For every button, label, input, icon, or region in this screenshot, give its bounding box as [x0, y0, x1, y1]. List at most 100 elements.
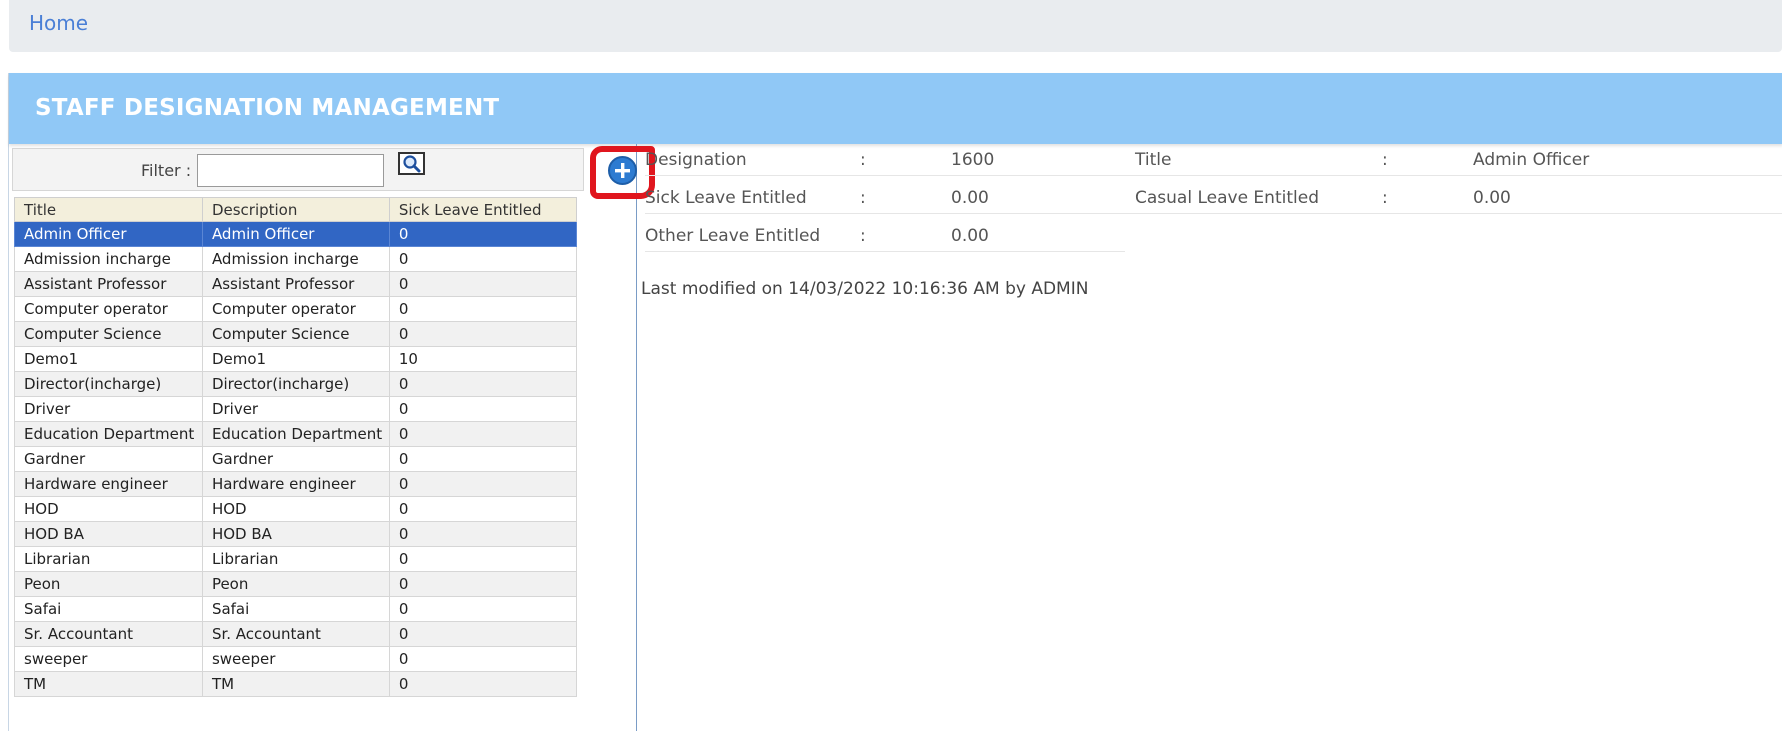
- casual-leave-label: Casual Leave Entitled: [1135, 188, 1319, 208]
- cell-title: Demo1: [14, 346, 203, 372]
- filter-bar: Filter :: [12, 148, 584, 191]
- table-row[interactable]: Safai Safai 0: [14, 596, 578, 622]
- table-row[interactable]: Demo1 Demo1 10: [14, 346, 578, 372]
- cell-description: Sr. Accountant: [201, 621, 390, 647]
- cell-description: TM: [201, 671, 390, 697]
- sick-leave-value: 0.00: [951, 188, 989, 208]
- cell-title: Sr. Accountant: [14, 621, 203, 647]
- other-leave-label: Other Leave Entitled: [645, 226, 821, 246]
- cell-description: Assistant Professor: [201, 271, 390, 297]
- table-row[interactable]: Computer Science Computer Science 0: [14, 321, 578, 347]
- title-label: Title: [1135, 150, 1172, 170]
- filter-input[interactable]: [197, 154, 384, 187]
- cell-description: Computer Science: [201, 321, 390, 347]
- add-designation-button[interactable]: [608, 156, 637, 185]
- colon: :: [1382, 188, 1388, 208]
- table-row[interactable]: Director(incharge) Director(incharge) 0: [14, 371, 578, 397]
- table-row[interactable]: Peon Peon 0: [14, 571, 578, 597]
- cell-description: Librarian: [201, 546, 390, 572]
- designation-label: Designation: [645, 150, 747, 170]
- cell-title: HOD BA: [14, 521, 203, 547]
- detail-row-3: Other Leave Entitled : 0.00: [645, 218, 1125, 252]
- designation-value: 1600: [951, 150, 995, 170]
- cell-description: Computer operator: [201, 296, 390, 322]
- table-row[interactable]: TM TM 0: [14, 671, 578, 697]
- sick-leave-label: Sick Leave Entitled: [645, 188, 807, 208]
- last-modified-text: Last modified on 14/03/2022 10:16:36 AM …: [641, 279, 1089, 299]
- column-header-title[interactable]: Title: [14, 197, 203, 222]
- cell-title: Education Department: [14, 421, 203, 447]
- cell-sick-leave: 10: [388, 346, 578, 372]
- detail-row-2: Sick Leave Entitled : 0.00 Casual Leave …: [645, 180, 1782, 214]
- colon: :: [1382, 150, 1388, 170]
- table-row[interactable]: Assistant Professor Assistant Professor 0: [14, 271, 578, 297]
- column-header-sick-leave[interactable]: Sick Leave Entitled: [388, 197, 578, 222]
- casual-leave-value: 0.00: [1473, 188, 1511, 208]
- search-button[interactable]: [398, 152, 425, 175]
- cell-title: HOD: [14, 496, 203, 522]
- table-row[interactable]: Driver Driver 0: [14, 396, 578, 422]
- cell-description: sweeper: [201, 646, 390, 672]
- cell-sick-leave: 0: [388, 546, 578, 572]
- column-header-description[interactable]: Description: [201, 197, 390, 222]
- filter-label: Filter :: [141, 161, 192, 180]
- cell-description: Education Department: [201, 421, 390, 447]
- table-row[interactable]: Education Department Education Department…: [14, 421, 578, 447]
- breadcrumb-home-link[interactable]: Home: [29, 11, 88, 35]
- cell-sick-leave: 0: [388, 246, 578, 272]
- cell-title: sweeper: [14, 646, 203, 672]
- table-row[interactable]: Gardner Gardner 0: [14, 446, 578, 472]
- panel-header: STAFF DESIGNATION MANAGEMENT: [9, 73, 1782, 144]
- cell-description: Hardware engineer: [201, 471, 390, 497]
- cell-sick-leave: 0: [388, 446, 578, 472]
- cell-description: Admission incharge: [201, 246, 390, 272]
- table-row[interactable]: Admission incharge Admission incharge 0: [14, 246, 578, 272]
- cell-title: Admin Officer: [14, 221, 203, 247]
- cell-title: Computer operator: [14, 296, 203, 322]
- colon: :: [860, 150, 866, 170]
- other-leave-value: 0.00: [951, 226, 989, 246]
- cell-sick-leave: 0: [388, 646, 578, 672]
- cell-sick-leave: 0: [388, 296, 578, 322]
- cell-description: Driver: [201, 396, 390, 422]
- plus-circle-icon: [615, 163, 630, 178]
- title-value: Admin Officer: [1473, 150, 1590, 170]
- colon: :: [860, 226, 866, 246]
- table-row[interactable]: HOD BA HOD BA 0: [14, 521, 578, 547]
- cell-title: Peon: [14, 571, 203, 597]
- cell-description: Gardner: [201, 446, 390, 472]
- cell-title: Admission incharge: [14, 246, 203, 272]
- cell-sick-leave: 0: [388, 421, 578, 447]
- cell-sick-leave: 0: [388, 471, 578, 497]
- table-row[interactable]: Admin Officer Admin Officer 0: [14, 221, 578, 247]
- cell-description: Safai: [201, 596, 390, 622]
- search-icon: [403, 155, 421, 173]
- cell-description: Admin Officer: [201, 221, 390, 247]
- cell-sick-leave: 0: [388, 521, 578, 547]
- table-row[interactable]: Sr. Accountant Sr. Accountant 0: [14, 621, 578, 647]
- cell-title: Librarian: [14, 546, 203, 572]
- cell-sick-leave: 0: [388, 371, 578, 397]
- table-row[interactable]: sweeper sweeper 0: [14, 646, 578, 672]
- cell-sick-leave: 0: [388, 621, 578, 647]
- cell-sick-leave: 0: [388, 496, 578, 522]
- detail-row-1: Designation : 1600 Title : Admin Officer: [645, 142, 1782, 176]
- page-title: STAFF DESIGNATION MANAGEMENT: [35, 95, 500, 121]
- table-row[interactable]: Computer operator Computer operator 0: [14, 296, 578, 322]
- cell-description: Peon: [201, 571, 390, 597]
- table-row[interactable]: Librarian Librarian 0: [14, 546, 578, 572]
- cell-description: Director(incharge): [201, 371, 390, 397]
- cell-title: Computer Science: [14, 321, 203, 347]
- cell-description: HOD: [201, 496, 390, 522]
- cell-title: Director(incharge): [14, 371, 203, 397]
- table-row[interactable]: Hardware engineer Hardware engineer 0: [14, 471, 578, 497]
- cell-description: Demo1: [201, 346, 390, 372]
- cell-title: Assistant Professor: [14, 271, 203, 297]
- table-row[interactable]: HOD HOD 0: [14, 496, 578, 522]
- cell-title: Safai: [14, 596, 203, 622]
- cell-sick-leave: 0: [388, 271, 578, 297]
- cell-sick-leave: 0: [388, 396, 578, 422]
- cell-sick-leave: 0: [388, 571, 578, 597]
- cell-title: Gardner: [14, 446, 203, 472]
- designation-table: Title Description Sick Leave Entitled Ad…: [14, 197, 578, 697]
